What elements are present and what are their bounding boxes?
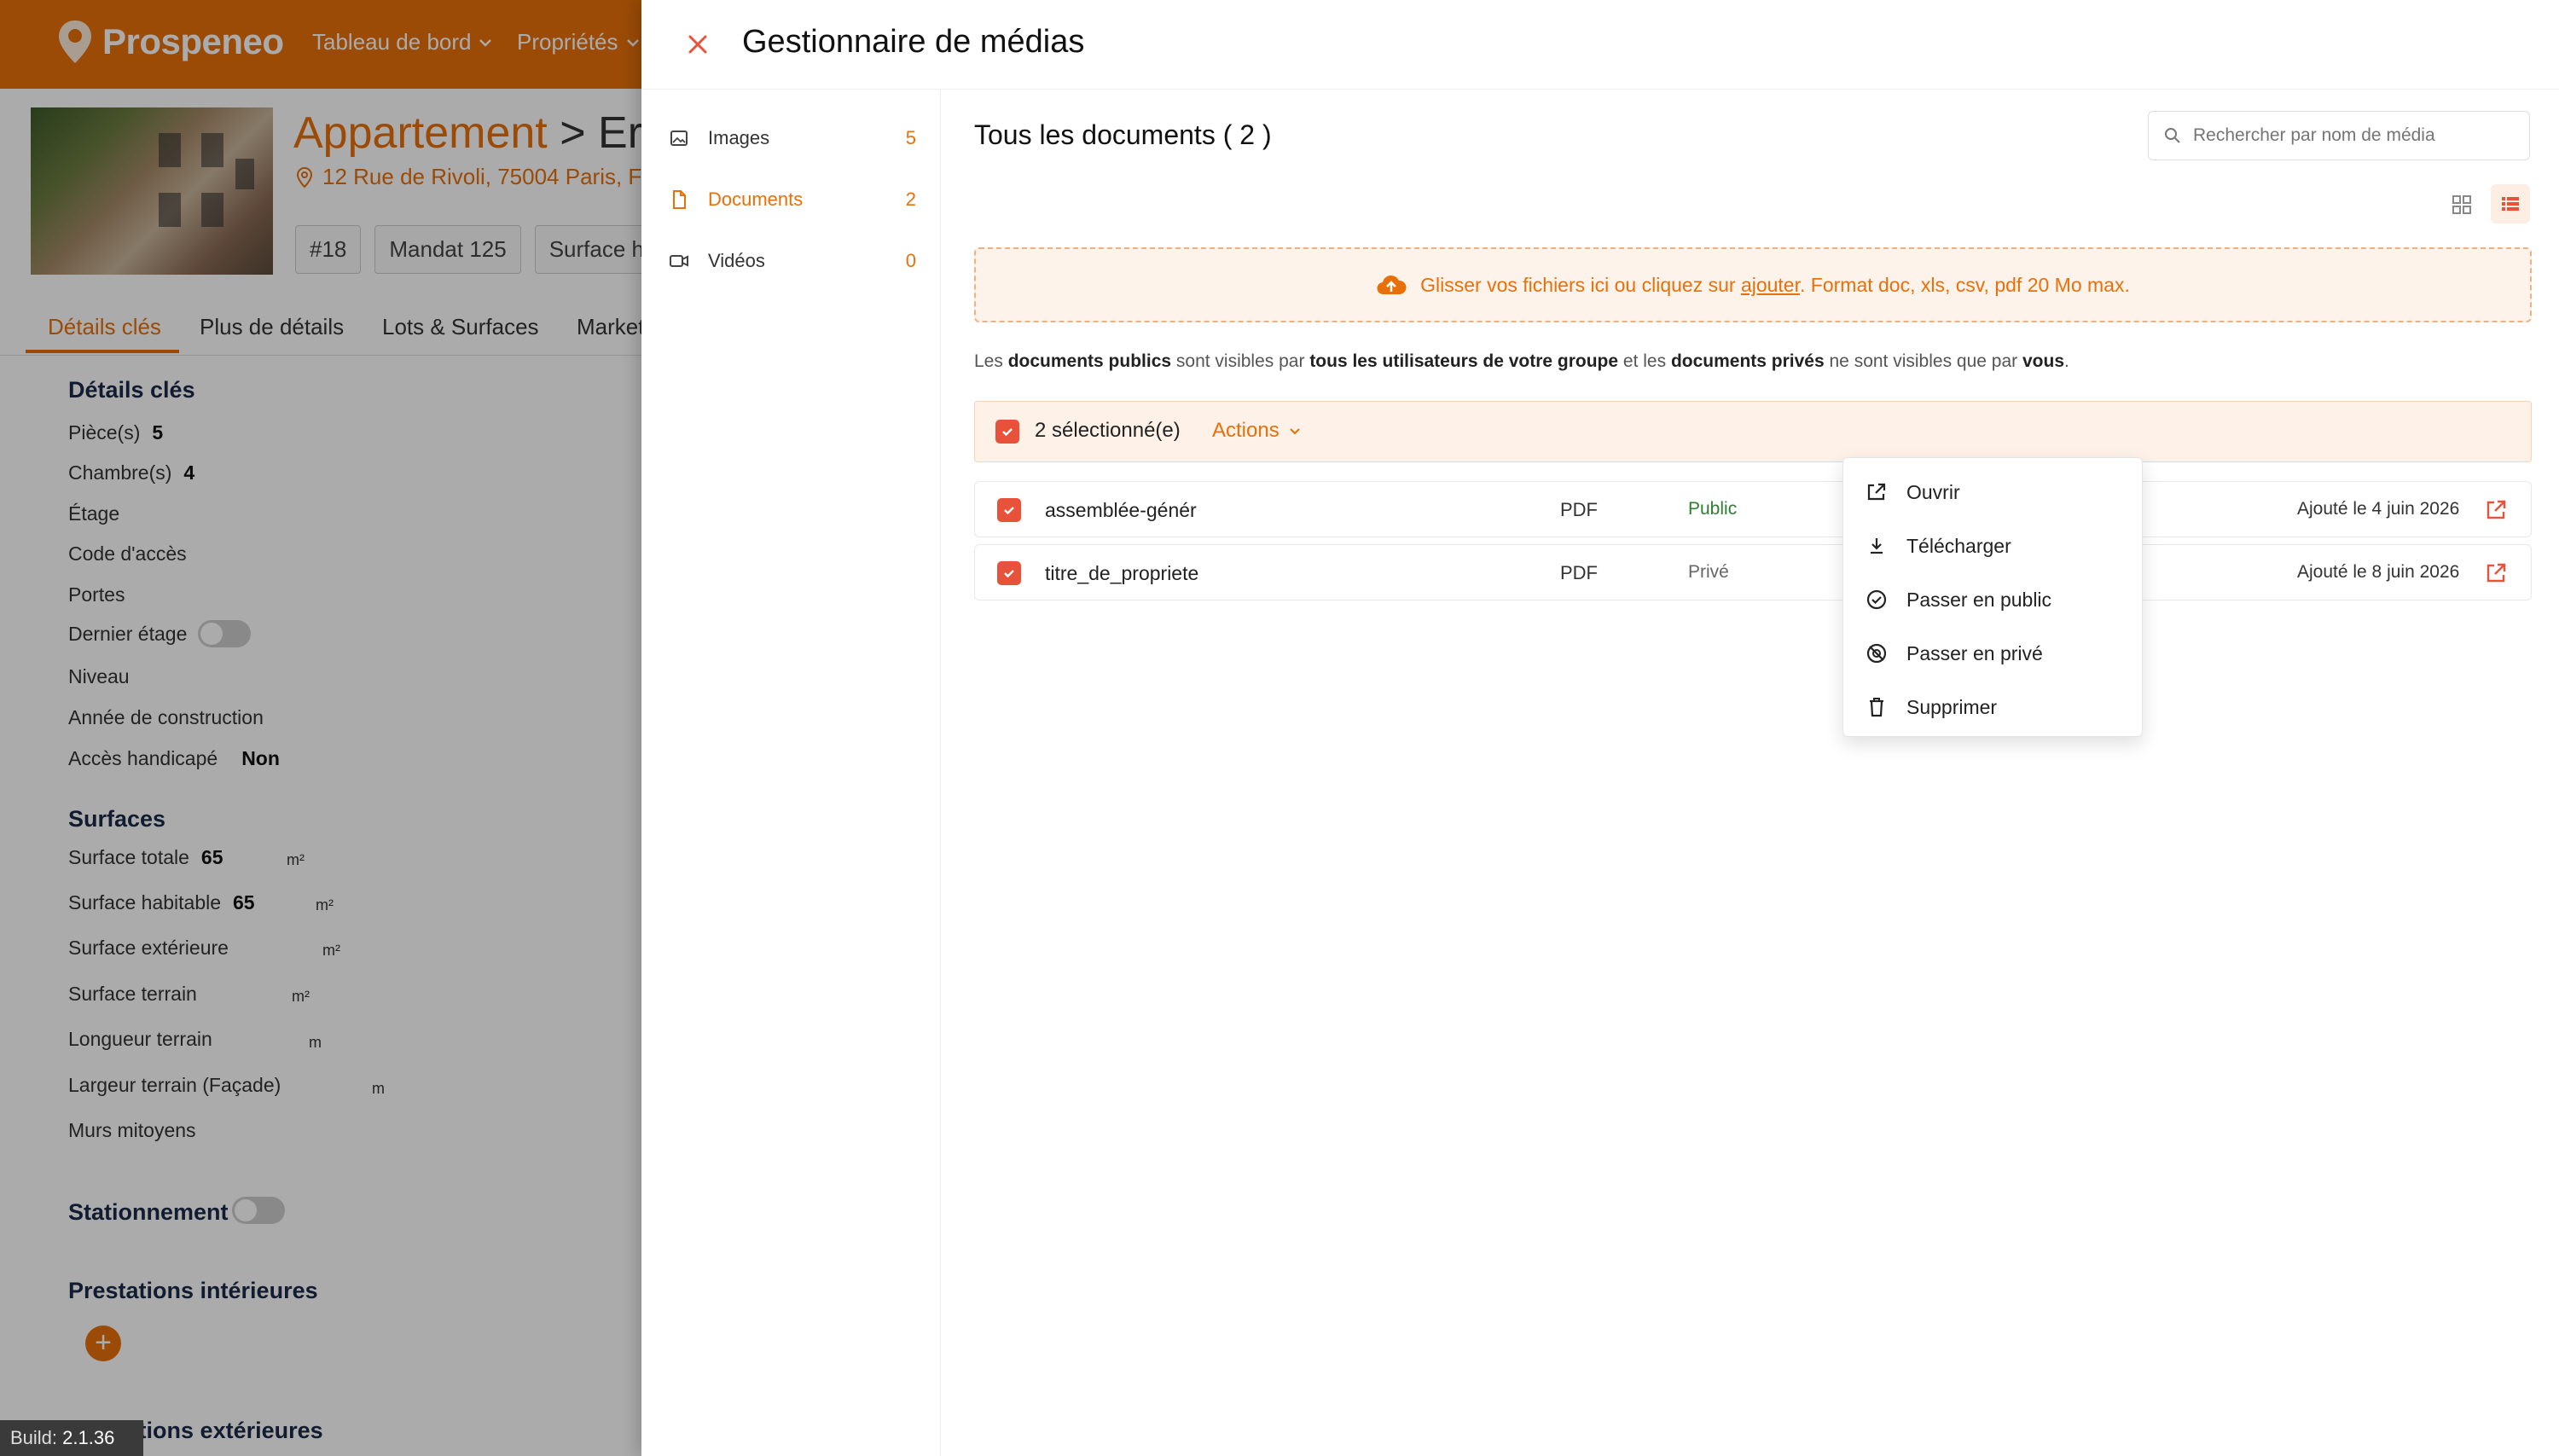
media-sidebar: Images 5 Documents 2 Vidéos 0: [641, 89, 941, 1456]
trash-icon: [1870, 698, 1883, 717]
sidebar-item-images[interactable]: Images 5: [669, 118, 916, 159]
search-input[interactable]: [2191, 125, 2519, 147]
grid-icon: [2452, 195, 2471, 214]
sidebar-item-count: 2: [905, 189, 916, 210]
selection-bar: 2 sélectionné(e) Actions: [974, 401, 2532, 462]
actions-menu: Ouvrir Télécharger Passer en public Pass…: [1842, 457, 2143, 737]
video-camera-icon: [670, 255, 688, 267]
table-row[interactable]: titre_de_propriete PDF Privé Ajouté le 8…: [974, 544, 2532, 600]
sidebar-item-count: 0: [905, 250, 916, 271]
sidebar-item-label: Documents: [708, 189, 804, 210]
file-name: assemblée-génér: [1045, 499, 1197, 521]
dropzone-text: Glisser vos fichiers ici ou cliquez sur …: [1420, 273, 2130, 296]
menu-item-label: Télécharger: [1906, 534, 2011, 557]
download-icon: [1871, 538, 1883, 554]
sidebar-item-label: Images: [708, 127, 770, 148]
grid-view-button[interactable]: [2445, 188, 2479, 222]
file-date: Ajouté le 4 juin 2026: [2297, 499, 2460, 519]
document-icon: [673, 190, 686, 209]
check-icon: [1004, 507, 1014, 515]
external-link-icon[interactable]: [2483, 497, 2509, 523]
external-link-icon: [1867, 483, 1886, 501]
search-box: [2148, 111, 2530, 160]
modal-overlay[interactable]: [0, 0, 648, 1456]
menu-item-download[interactable]: Télécharger: [1864, 525, 2128, 566]
file-type: PDF: [1560, 499, 1598, 520]
check-icon: [1002, 428, 1013, 437]
check-icon: [1004, 570, 1014, 578]
add-file-link[interactable]: ajouter: [1741, 274, 1800, 296]
menu-item-label: Ouvrir: [1906, 480, 1960, 503]
close-icon[interactable]: [682, 29, 713, 60]
list-icon: [2502, 197, 2519, 211]
documents-heading: Tous les documents ( 2 ): [974, 119, 1272, 150]
file-visibility: Public: [1688, 499, 1738, 519]
table-row[interactable]: assemblée-génér PDF Public Ajouté le 4 j…: [974, 481, 2532, 537]
selected-count: 2 sélectionné(e): [1035, 419, 1181, 442]
chevron-down-icon: [1289, 428, 1300, 435]
sidebar-item-count: 5: [905, 127, 916, 148]
build-version: Build: 2.1.36: [0, 1420, 143, 1456]
file-type: PDF: [1560, 562, 1598, 583]
row-checkbox[interactable]: [997, 561, 1021, 585]
panel-header: Gestionnaire de médias: [641, 0, 2559, 90]
sidebar-item-label: Vidéos: [708, 250, 765, 271]
menu-item-label: Passer en privé: [1906, 641, 2043, 664]
file-visibility: Privé: [1688, 562, 1729, 582]
file-dropzone[interactable]: Glisser vos fichiers ici ou cliquez sur …: [974, 247, 2532, 322]
menu-item-make-private[interactable]: Passer en privé: [1864, 633, 2128, 674]
menu-item-open[interactable]: Ouvrir: [1864, 472, 2128, 513]
visibility-info: Les documents publics sont visibles par …: [974, 351, 2069, 371]
list-view-button[interactable]: [2491, 184, 2530, 223]
sidebar-item-videos[interactable]: Vidéos 0: [669, 241, 916, 281]
external-link-icon[interactable]: [2483, 560, 2509, 586]
panel-title: Gestionnaire de médias: [742, 24, 1085, 60]
check-circle-icon: [1866, 589, 1887, 610]
actions-dropdown-button[interactable]: Actions: [1212, 419, 1302, 443]
file-name: titre_de_propriete: [1045, 562, 1199, 584]
select-all-checkbox[interactable]: [995, 420, 1019, 444]
row-checkbox[interactable]: [997, 498, 1021, 522]
menu-item-label: Supprimer: [1906, 695, 1998, 718]
image-icon: [670, 131, 688, 146]
file-date: Ajouté le 8 juin 2026: [2297, 562, 2460, 582]
search-icon: [2165, 128, 2180, 143]
cloud-upload-icon: [1377, 275, 1407, 295]
eye-off-icon: [1866, 643, 1887, 664]
media-manager-panel: Gestionnaire de médias Images 5 Document…: [641, 0, 2559, 1456]
menu-item-make-public[interactable]: Passer en public: [1864, 579, 2128, 620]
menu-item-delete[interactable]: Supprimer: [1864, 687, 2128, 728]
sidebar-item-documents[interactable]: Documents 2: [669, 179, 916, 220]
actions-label: Actions: [1212, 419, 1280, 442]
menu-item-label: Passer en public: [1906, 588, 2052, 611]
documents-main: Tous les documents ( 2 ) Glisser vos fic…: [940, 89, 2559, 1456]
